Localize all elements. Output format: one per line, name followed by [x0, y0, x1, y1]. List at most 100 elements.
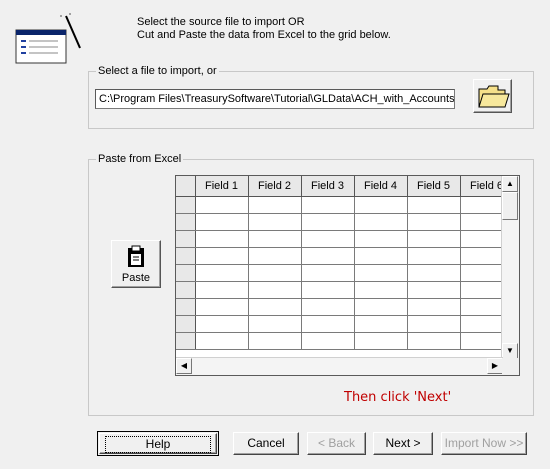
- folder-icon: [478, 85, 510, 108]
- grid-cell[interactable]: [195, 332, 249, 350]
- row-header[interactable]: [176, 213, 196, 231]
- table-row: [176, 196, 514, 214]
- grid-cell[interactable]: [407, 332, 461, 350]
- row-header[interactable]: [176, 196, 196, 214]
- grid-cell[interactable]: [248, 298, 302, 316]
- paste-button-label: Paste: [121, 272, 151, 284]
- grid-cell[interactable]: [248, 213, 302, 231]
- grid-cell[interactable]: [195, 196, 249, 214]
- grid-cell[interactable]: [301, 230, 355, 248]
- horizontal-scrollbar[interactable]: ◀ ▶: [176, 357, 503, 375]
- grid-cell[interactable]: [248, 247, 302, 265]
- row-header[interactable]: [176, 315, 196, 333]
- instruction-line-2: Cut and Paste the data from Excel to the…: [137, 29, 391, 41]
- scrollbar-corner: [502, 358, 519, 375]
- column-header: Field 3: [301, 176, 355, 197]
- grid-cell[interactable]: [248, 332, 302, 350]
- grid-cell[interactable]: [354, 196, 408, 214]
- row-header[interactable]: [176, 332, 196, 350]
- row-header[interactable]: [176, 264, 196, 282]
- help-button[interactable]: Help: [99, 433, 217, 454]
- grid-header-row: Field 1 Field 2 Field 3 Field 4 Field 5 …: [176, 176, 514, 197]
- grid-cell[interactable]: [354, 247, 408, 265]
- grid-cell[interactable]: [248, 196, 302, 214]
- table-row: [176, 213, 514, 231]
- paste-button[interactable]: Paste: [111, 240, 161, 288]
- file-path-input[interactable]: C:\Program Files\TreasurySoftware\Tutori…: [95, 89, 455, 109]
- scroll-left-icon[interactable]: ◀: [176, 358, 192, 374]
- instructions: Select the source file to import OR Cut …: [137, 16, 391, 42]
- grid-cell[interactable]: [354, 264, 408, 282]
- grid-cell[interactable]: [407, 264, 461, 282]
- grid-cell[interactable]: [301, 332, 355, 350]
- column-header: Field 4: [354, 176, 408, 197]
- row-header[interactable]: [176, 247, 196, 265]
- grid-cell[interactable]: [301, 298, 355, 316]
- scroll-right-icon[interactable]: ▶: [487, 358, 503, 374]
- cancel-button[interactable]: Cancel: [233, 432, 299, 455]
- table-row: [176, 332, 514, 350]
- grid-cell[interactable]: [301, 247, 355, 265]
- wizard-list-icon: [15, 13, 81, 64]
- import-now-button[interactable]: Import Now >>: [441, 432, 527, 455]
- grid-cell[interactable]: [354, 213, 408, 231]
- file-group-legend: Select a file to import, or: [96, 65, 219, 77]
- grid-cell[interactable]: [248, 315, 302, 333]
- scroll-down-icon[interactable]: ▼: [502, 343, 518, 359]
- clipboard-icon: [128, 245, 144, 267]
- grid-cell[interactable]: [354, 315, 408, 333]
- grid-cell[interactable]: [354, 298, 408, 316]
- table-row: [176, 281, 514, 299]
- help-button-label: Help: [104, 436, 212, 453]
- table-row: [176, 264, 514, 282]
- next-button-label: Next >: [385, 436, 421, 450]
- data-grid[interactable]: Field 1 Field 2 Field 3 Field 4 Field 5 …: [175, 175, 520, 376]
- grid-cell[interactable]: [407, 196, 461, 214]
- scroll-thumb[interactable]: [502, 192, 518, 220]
- grid-cell[interactable]: [195, 247, 249, 265]
- grid-cell[interactable]: [301, 264, 355, 282]
- cancel-button-label: Cancel: [247, 436, 285, 450]
- grid-cell[interactable]: [354, 230, 408, 248]
- row-header[interactable]: [176, 281, 196, 299]
- grid-cell[interactable]: [301, 315, 355, 333]
- grid-cell[interactable]: [407, 281, 461, 299]
- grid-cell[interactable]: [195, 298, 249, 316]
- paste-group-legend: Paste from Excel: [96, 153, 184, 165]
- column-header: Field 5: [407, 176, 461, 197]
- grid-cell[interactable]: [407, 298, 461, 316]
- grid-cell[interactable]: [407, 247, 461, 265]
- back-button-label: < Back: [317, 436, 356, 450]
- instruction-line-1: Select the source file to import OR: [137, 16, 305, 28]
- grid-cell[interactable]: [195, 230, 249, 248]
- vertical-scrollbar[interactable]: ▲ ▼: [501, 176, 519, 359]
- row-header[interactable]: [176, 298, 196, 316]
- grid-cell[interactable]: [407, 213, 461, 231]
- grid-cell[interactable]: [248, 230, 302, 248]
- grid-cell[interactable]: [195, 281, 249, 299]
- column-header: Field 2: [248, 176, 302, 197]
- grid-cell[interactable]: [248, 264, 302, 282]
- grid-cell[interactable]: [407, 230, 461, 248]
- import-now-button-label: Import Now >>: [444, 436, 524, 450]
- table-row: [176, 298, 514, 316]
- grid-cell[interactable]: [301, 281, 355, 299]
- grid-cell[interactable]: [354, 281, 408, 299]
- browse-folder-button[interactable]: [473, 79, 512, 113]
- table-row: [176, 230, 514, 248]
- grid-cell[interactable]: [301, 213, 355, 231]
- next-button[interactable]: Next >: [373, 432, 433, 455]
- column-header: Field 1: [195, 176, 249, 197]
- row-header[interactable]: [176, 230, 196, 248]
- grid-cell[interactable]: [195, 213, 249, 231]
- grid-corner: [176, 176, 196, 197]
- grid-cell[interactable]: [195, 264, 249, 282]
- grid-cell[interactable]: [407, 315, 461, 333]
- then-click-next-hint: Then click 'Next': [344, 390, 452, 405]
- back-button[interactable]: < Back: [307, 432, 366, 455]
- grid-cell[interactable]: [248, 281, 302, 299]
- grid-cell[interactable]: [195, 315, 249, 333]
- scroll-up-icon[interactable]: ▲: [502, 176, 518, 192]
- grid-cell[interactable]: [301, 196, 355, 214]
- grid-cell[interactable]: [354, 332, 408, 350]
